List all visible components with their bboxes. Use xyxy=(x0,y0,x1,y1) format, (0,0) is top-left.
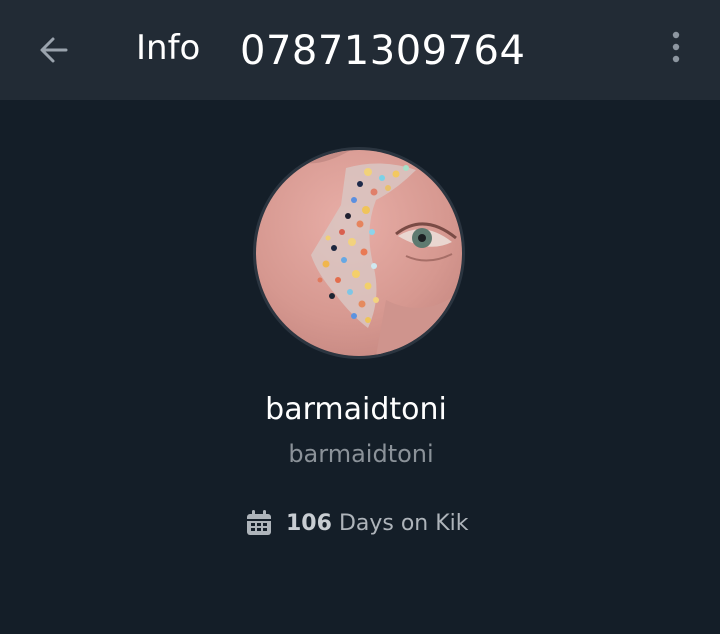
page-title: Info xyxy=(136,28,201,68)
phone-number: 07871309764 xyxy=(240,28,526,74)
days-on-kik: 106 Days on Kik xyxy=(244,506,469,540)
more-options-icon[interactable] xyxy=(666,28,686,68)
days-count: 106 xyxy=(286,510,332,536)
top-app-bar: Info 07871309764 xyxy=(0,0,720,100)
back-arrow-icon[interactable] xyxy=(34,30,74,70)
profile-avatar[interactable] xyxy=(256,150,462,356)
days-label: Days on Kik xyxy=(338,510,469,536)
profile-display-name: barmaidtoni xyxy=(265,392,447,427)
calendar-icon xyxy=(247,510,271,535)
profile-username: barmaidtoni xyxy=(288,440,434,468)
